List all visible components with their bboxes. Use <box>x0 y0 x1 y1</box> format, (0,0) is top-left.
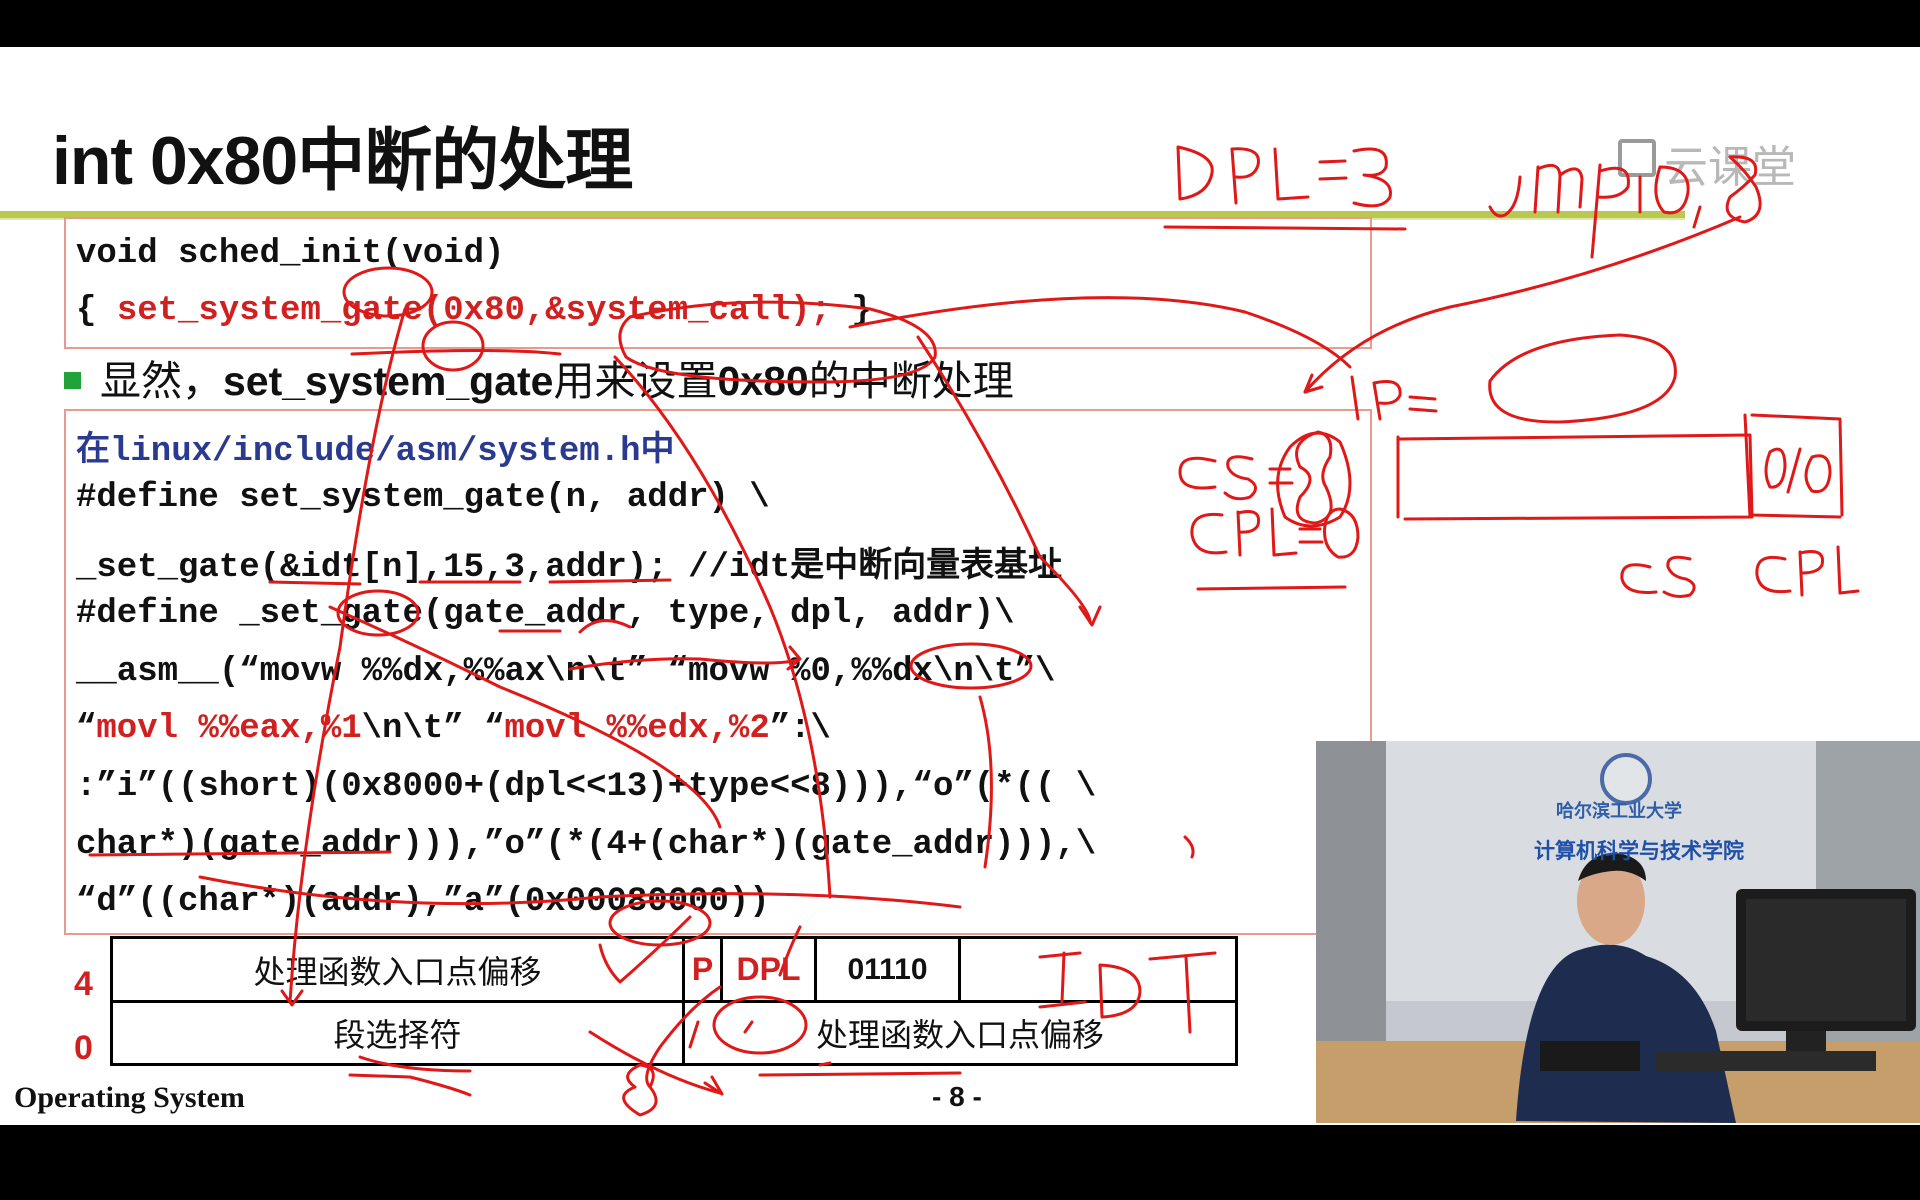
code-line: __asm__(“movw %%dx,%%ax\n\t” “movw %0,%%… <box>76 653 1056 691</box>
code-line: { set_system_gate(0x80,&system_call); } <box>76 292 872 330</box>
lecturer-video-feed: 哈尔滨工业大学 计算机科学与技术学院 <box>1316 741 1920 1123</box>
footer-page-number: - 8 - <box>932 1081 982 1112</box>
code-line-red: “movl %%eax,%1\n\t” “movl %%edx,%2”:\ <box>76 710 831 748</box>
annotation-ip-value <box>1488 333 1677 424</box>
table-cell-empty <box>961 939 1235 1003</box>
bullet-text: 显然，set_system_gate用来设置0x80的中断处理 <box>100 358 1014 404</box>
code-line: void sched_init(void) <box>76 235 505 273</box>
table-cell-type: 01110 <box>817 939 961 1003</box>
annotation-0-0 <box>1764 447 1832 494</box>
code-line: #define set_system_gate(n, addr) \ <box>76 479 770 517</box>
code-box-system-h: 在linux/include/asm/system.h中 #define set… <box>64 409 1372 935</box>
code-box-sched-init: void sched_init(void) { set_system_gate(… <box>64 217 1372 349</box>
code-highlight: set_system_gate(0x80,&system_call); <box>116 292 831 330</box>
code-line: _set_gate(&idt[n],15,3,addr); //idt是中断向量… <box>76 549 1063 587</box>
row-label-0: 0 <box>74 1029 93 1067</box>
table-cell-dpl: DPL <box>723 939 817 1003</box>
code-line: :”i”((short)(0x8000+(dpl<<13)+type<<8)))… <box>76 768 1097 806</box>
bullet-square-icon <box>64 372 81 389</box>
row-label-4: 4 <box>74 965 93 1003</box>
video-banner-text: 计算机科学与技术学院 <box>1534 839 1744 863</box>
annotation-cs-cpl <box>1620 545 1860 598</box>
slide-title: int 0x80中断的处理 <box>52 123 633 199</box>
idt-gate-descriptor-table: 处理函数入口点偏移 P DPL 01110 段选择符 处理函数入口点偏移 <box>110 936 1238 1066</box>
code-line: char*)(gate_addr))),”o”(*(4+(char*)(gate… <box>76 826 1097 864</box>
table-cell: 处理函数入口点偏移 <box>113 939 685 1003</box>
video-school-text: 哈尔滨工业大学 <box>1556 801 1682 822</box>
watermark-text: 云课堂 <box>1664 143 1796 192</box>
table-cell-p: P <box>685 939 723 1003</box>
table-cell-selector: 段选择符 <box>113 1003 685 1063</box>
code-line: “d”((char*)(addr),”a”(0x00080000)) <box>76 883 770 921</box>
code-line: #define _set_gate(gate_addr, type, dpl, … <box>76 595 1015 633</box>
code-header: 在linux/include/asm/system.h中 <box>76 429 675 471</box>
footer-course-name: Operating System <box>14 1081 245 1114</box>
table-cell: 处理函数入口点偏移 <box>815 1017 1104 1053</box>
